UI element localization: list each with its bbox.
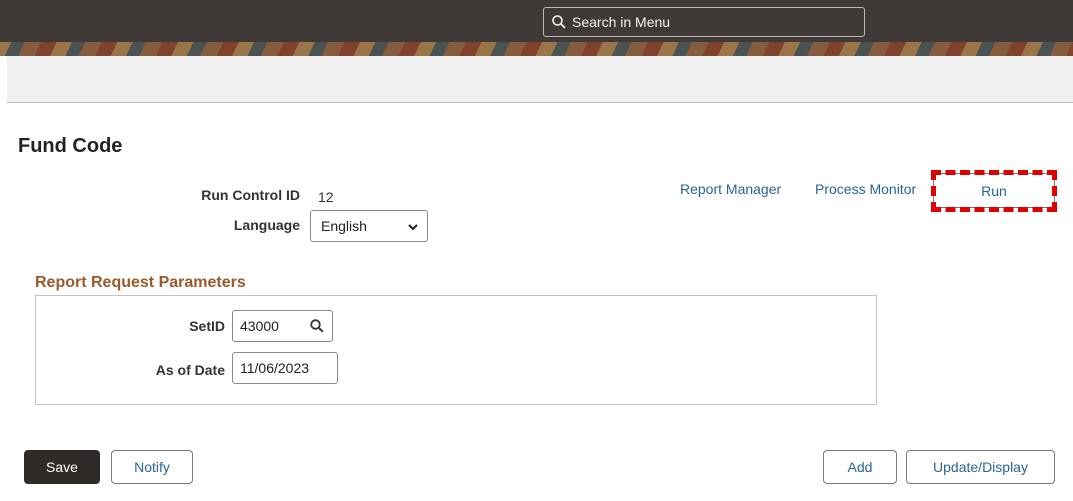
setid-label: SetID	[189, 318, 225, 334]
as-of-date-label: As of Date	[155, 362, 225, 378]
add-button[interactable]: Add	[823, 450, 897, 484]
search-icon	[552, 15, 566, 29]
save-button[interactable]: Save	[24, 450, 100, 484]
chevron-down-icon	[408, 224, 418, 231]
update-display-button[interactable]: Update/Display	[906, 450, 1055, 484]
header-bar	[0, 0, 1073, 42]
subbar-edge	[0, 56, 7, 103]
run-control-id-value: 12	[318, 189, 334, 205]
report-request-parameters-title: Report Request Parameters	[35, 274, 246, 291]
language-label: Language	[233, 217, 300, 233]
report-manager-link[interactable]: Report Manager	[680, 181, 781, 197]
language-selected-value: English	[321, 218, 367, 234]
run-button[interactable]: Run	[933, 173, 1055, 208]
search-placeholder: Search in Menu	[572, 14, 671, 30]
sub-header-bar	[7, 56, 1073, 103]
lookup-search-icon[interactable]	[310, 319, 324, 333]
as-of-date-value: 11/06/2023	[240, 360, 310, 376]
notify-button[interactable]: Notify	[111, 450, 193, 484]
setid-value: 43000	[240, 318, 279, 334]
as-of-date-input[interactable]: 11/06/2023	[232, 352, 338, 384]
setid-input[interactable]: 43000	[232, 310, 333, 342]
menu-search-input[interactable]: Search in Menu	[543, 7, 865, 37]
report-request-parameters-box	[35, 295, 877, 405]
process-monitor-link[interactable]: Process Monitor	[815, 181, 933, 197]
run-control-id-label: Run Control ID	[201, 187, 300, 203]
language-select[interactable]: English	[310, 210, 428, 242]
page-title: Fund Code	[18, 135, 123, 157]
